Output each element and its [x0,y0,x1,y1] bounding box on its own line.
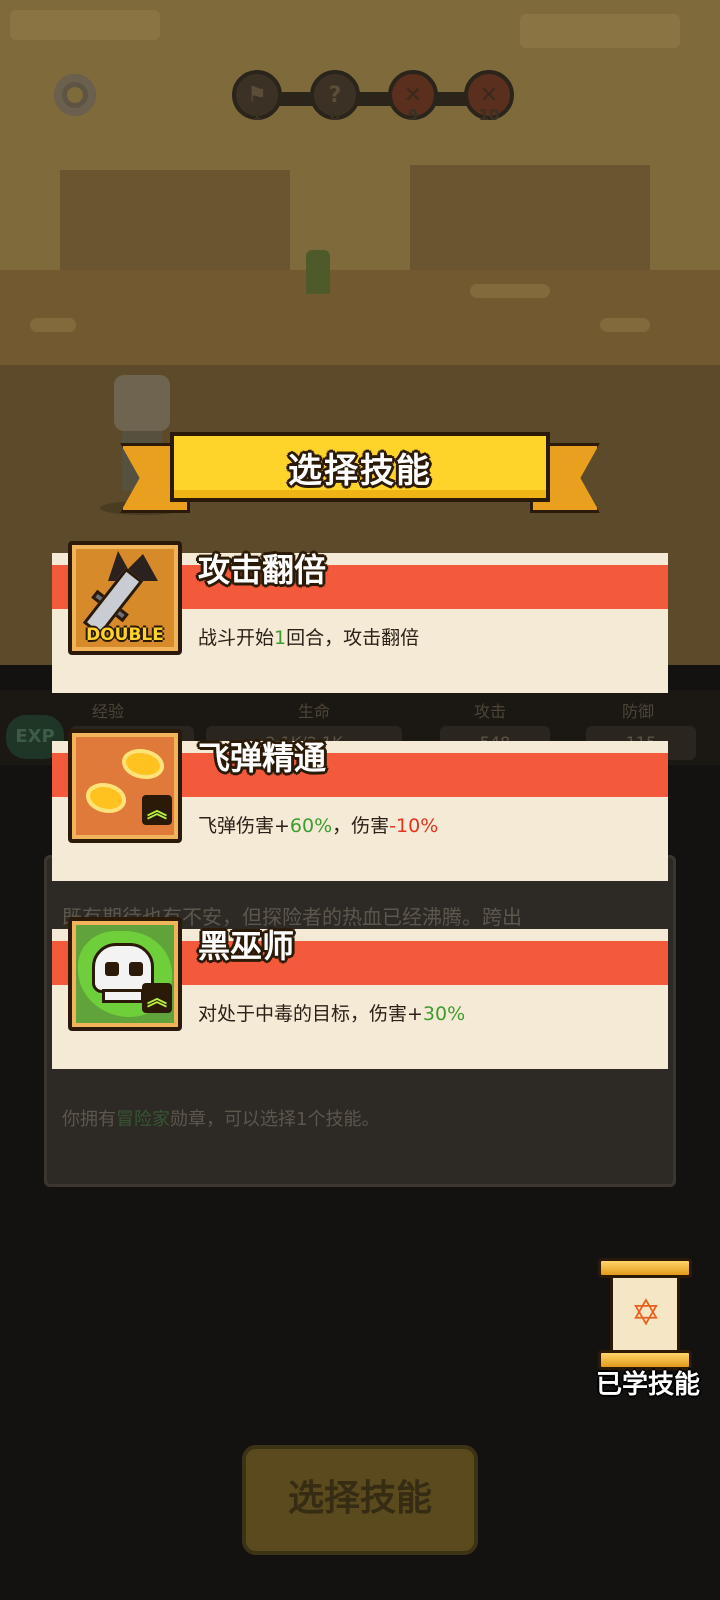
mesa-rock [60,170,290,270]
skill-card-dark-wizard[interactable]: ︽ 黑巫师 对处于中毒的目标，伤害+30% [52,917,668,1069]
gear-icon[interactable] [54,74,96,116]
rock [470,284,550,298]
cloud [520,14,680,48]
badge-name: 冒险家 [116,1109,170,1130]
cactus [306,250,330,294]
rock [600,318,650,332]
skill-description: 战斗开始1回合，攻击翻倍 [198,623,419,650]
double-sword-icon: DOUBLE [68,541,182,655]
upgrade-chevron-icon: ︽ [142,983,172,1013]
hp-label: 生命 [298,702,331,721]
fireball-icon: ︽ [68,729,182,843]
skill-name: 飞弹精通 [198,739,327,777]
mesa-rock [410,165,650,270]
dialog-title-banner: 选择技能 [170,432,550,502]
desc-text: 战斗开始 [198,627,275,649]
desc-value-positive: 1 [274,627,287,649]
stage-number: 9 [407,106,419,124]
skill-card-missile-mastery[interactable]: ︽ 飞弹精通 飞弹伤害+60%，伤害-10% [52,729,668,881]
poison-skull-icon: ︽ [68,917,182,1031]
cloud [10,10,160,40]
desc-text: 飞弹伤害+ [198,815,290,837]
dialog-title: 选择技能 [288,450,432,491]
stage-progress-track [250,92,480,106]
select-skill-button[interactable]: 选择技能 [242,1445,478,1555]
badge-info-text: 你拥有冒险家勋章，可以选择1个技能。 [62,1105,379,1131]
double-badge: DOUBLE [86,625,164,645]
skill-name: 攻击翻倍 [198,551,327,589]
hexagram-icon: ✡ [630,1293,662,1334]
atk-label: 攻击 [474,702,507,721]
rock [30,318,76,332]
stage-number: 1 [251,106,263,124]
stage-number: 8 [329,106,341,124]
scroll-icon: ✡ [598,1258,692,1370]
def-label: 防御 [622,702,655,721]
skill-description: 对处于中毒的目标，伤害+30% [198,999,465,1026]
badge-info-suffix: 勋章，可以选择1个技能。 [170,1109,380,1130]
desc-value-positive: 60% [289,815,333,837]
skill-description: 飞弹伤害+60%，伤害-10% [198,811,438,838]
skill-card-double-attack[interactable]: DOUBLE 攻击翻倍 战斗开始1回合，攻击翻倍 [52,541,668,693]
exp-label: 经验 [92,702,125,721]
skill-name: 黑巫师 [198,927,295,965]
learned-skills-label[interactable]: 已学技能 [588,1364,708,1401]
desc-text: 回合，攻击翻倍 [286,627,420,649]
upgrade-chevron-icon: ︽ [142,795,172,825]
desc-value-positive: 30% [422,1003,466,1025]
desc-value-negative: -10% [389,815,439,837]
badge-info-prefix: 你拥有 [62,1109,116,1130]
desc-text: 对处于中毒的目标，伤害+ [198,1003,423,1025]
desc-text: ，伤害 [332,815,390,837]
stage-number: 10 [478,106,500,124]
